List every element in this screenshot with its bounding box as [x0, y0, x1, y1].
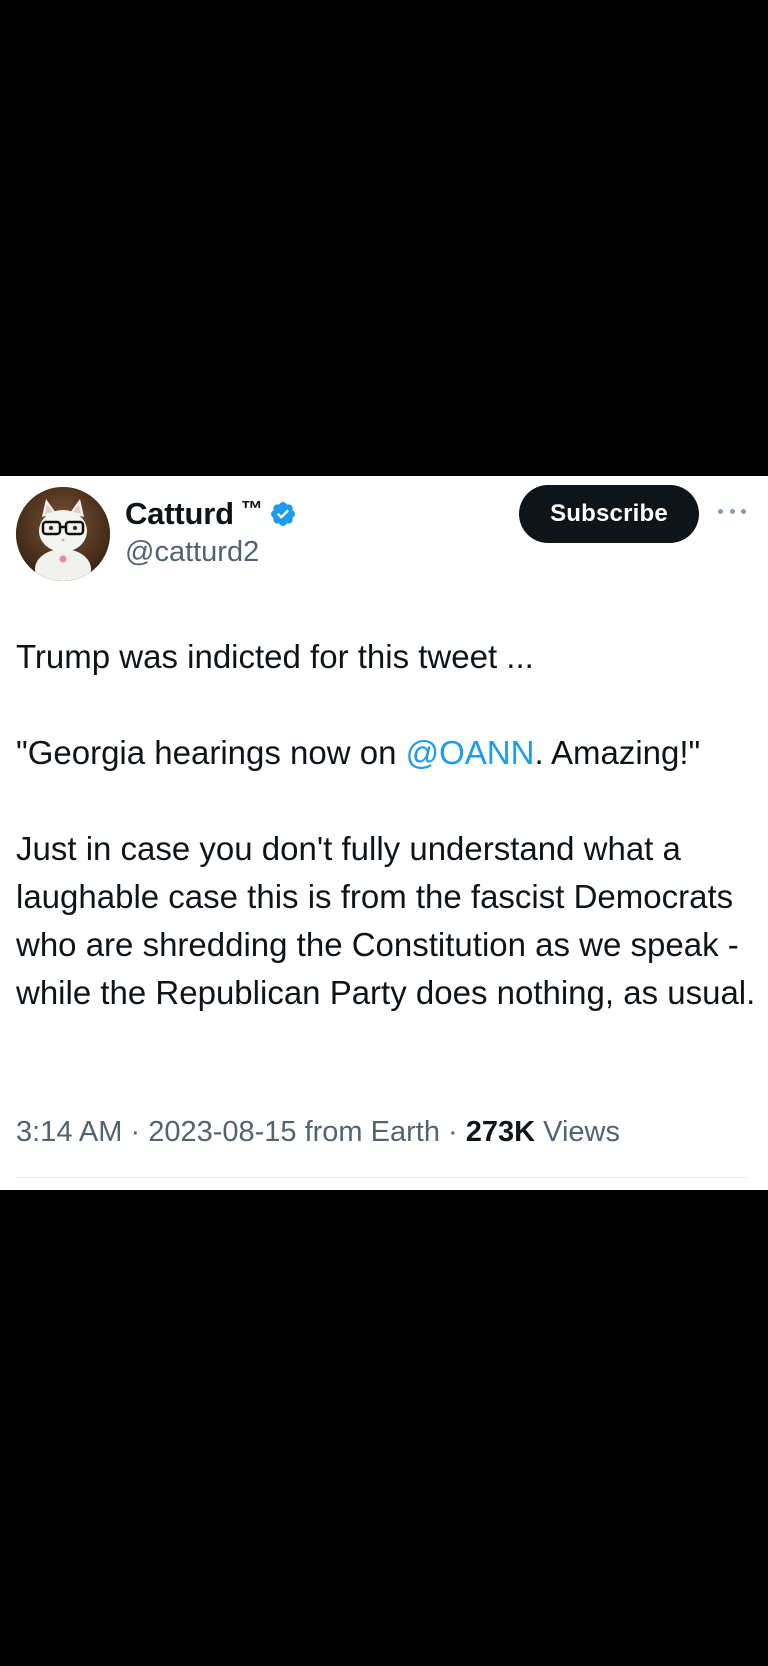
- tweet-date-source[interactable]: 2023-08-15 from Earth: [148, 1116, 440, 1148]
- author-handle[interactable]: @catturd2: [125, 536, 259, 569]
- avatar[interactable]: [16, 487, 110, 581]
- cat-avatar-image: [16, 487, 110, 581]
- dot: [718, 508, 723, 514]
- tweet-quote: "Georgia hearings now on @OANN. Amazing!…: [16, 729, 756, 777]
- tweet-time[interactable]: 3:14 AM: [16, 1116, 122, 1148]
- tweet-paragraph-3: Just in case you don't fully understand …: [16, 830, 756, 1011]
- verified-badge-icon: [270, 502, 295, 526]
- author-display-name[interactable]: Catturd: [125, 496, 234, 532]
- dot: [741, 508, 746, 514]
- quote-suffix: . Amazing!": [534, 734, 701, 771]
- trademark-symbol: ™: [240, 496, 263, 521]
- tweet-meta: 3:14 AM · 2023-08-15 from Earth · 273K V…: [16, 1116, 620, 1149]
- tweet-text: Trump was indicted for this tweet ... "G…: [16, 633, 756, 1017]
- author-name-row[interactable]: Catturd ™: [125, 494, 297, 534]
- mention-link[interactable]: @OANN: [406, 734, 535, 771]
- dot: [729, 508, 735, 514]
- meta-separator: ·: [439, 1116, 466, 1148]
- top-letterbox: [0, 0, 768, 476]
- quote-prefix: "Georgia hearings now on: [16, 734, 406, 771]
- tweet-line-1: Trump was indicted for this tweet ...: [16, 638, 534, 675]
- divider: [16, 1177, 748, 1178]
- more-options-icon[interactable]: [718, 506, 746, 516]
- bottom-letterbox: [0, 1190, 768, 1666]
- meta-separator: ·: [122, 1116, 149, 1148]
- subscribe-button[interactable]: Subscribe: [519, 485, 699, 543]
- views-label: Views: [535, 1116, 620, 1148]
- tweet-card: Catturd ™ @catturd2 Subscribe Trump was …: [0, 476, 768, 1190]
- views-count[interactable]: 273K: [466, 1116, 535, 1148]
